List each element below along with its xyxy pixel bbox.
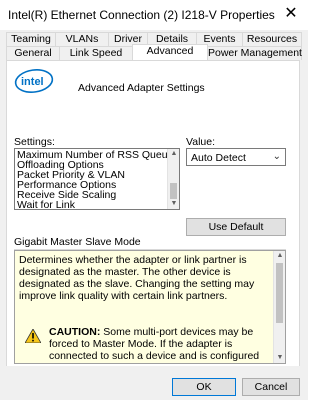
tab-general[interactable]: General [6, 46, 60, 60]
value-selected: Auto Detect [191, 152, 246, 164]
caution-label: CAUTION: [49, 326, 101, 338]
description-scrollbar[interactable]: ▲ ▼ [273, 251, 285, 363]
tab-vlans[interactable]: VLANs [55, 32, 109, 46]
cancel-button[interactable]: Cancel [242, 378, 300, 396]
caution-text: CAUTION: Some multi-port devices may be … [49, 326, 267, 363]
warning-icon [25, 329, 41, 343]
scroll-thumb[interactable] [170, 183, 177, 199]
tab-power-management[interactable]: Power Management [207, 46, 302, 60]
scroll-down-icon[interactable]: ▼ [168, 199, 179, 209]
chevron-down-icon: ⌄ [272, 151, 281, 162]
close-icon[interactable]: ✕ [280, 4, 302, 24]
tab-link-speed[interactable]: Link Speed [59, 46, 133, 60]
scroll-up-icon[interactable]: ▲ [274, 251, 285, 261]
use-default-button[interactable]: Use Default [186, 218, 286, 236]
intel-logo: intel [14, 69, 54, 93]
description-text: Determines whether the adapter or link p… [19, 254, 255, 302]
list-item[interactable]: Wait for Link [17, 200, 179, 209]
settings-scrollbar[interactable]: ▲ ▼ [167, 149, 179, 209]
value-label: Value: [186, 136, 215, 148]
title-bar: Intel(R) Ethernet Connection (2) I218-V … [0, 0, 308, 30]
settings-label: Settings: [14, 136, 55, 148]
description-box: Determines whether the adapter or link p… [14, 250, 286, 364]
ok-button[interactable]: OK [172, 378, 236, 396]
tab-resources[interactable]: Resources [242, 32, 302, 46]
description-title: Gigabit Master Slave Mode [14, 236, 286, 250]
scroll-up-icon[interactable]: ▲ [168, 149, 179, 159]
page-heading: Advanced Adapter Settings [78, 82, 205, 94]
settings-listbox[interactable]: Maximum Number of RSS Queues Offloading … [14, 148, 180, 210]
window-title: Intel(R) Ethernet Connection (2) I218-V … [8, 8, 275, 22]
scroll-down-icon[interactable]: ▼ [274, 353, 285, 363]
properties-dialog: Teaming VLANs Driver Details Events Reso… [0, 30, 308, 400]
intel-logo-text: intel [21, 76, 44, 88]
value-dropdown[interactable]: Auto Detect ⌄ [186, 148, 286, 166]
tab-teaming[interactable]: Teaming [6, 32, 56, 46]
scroll-thumb[interactable] [276, 263, 283, 323]
tab-advanced[interactable]: Advanced [132, 44, 208, 60]
